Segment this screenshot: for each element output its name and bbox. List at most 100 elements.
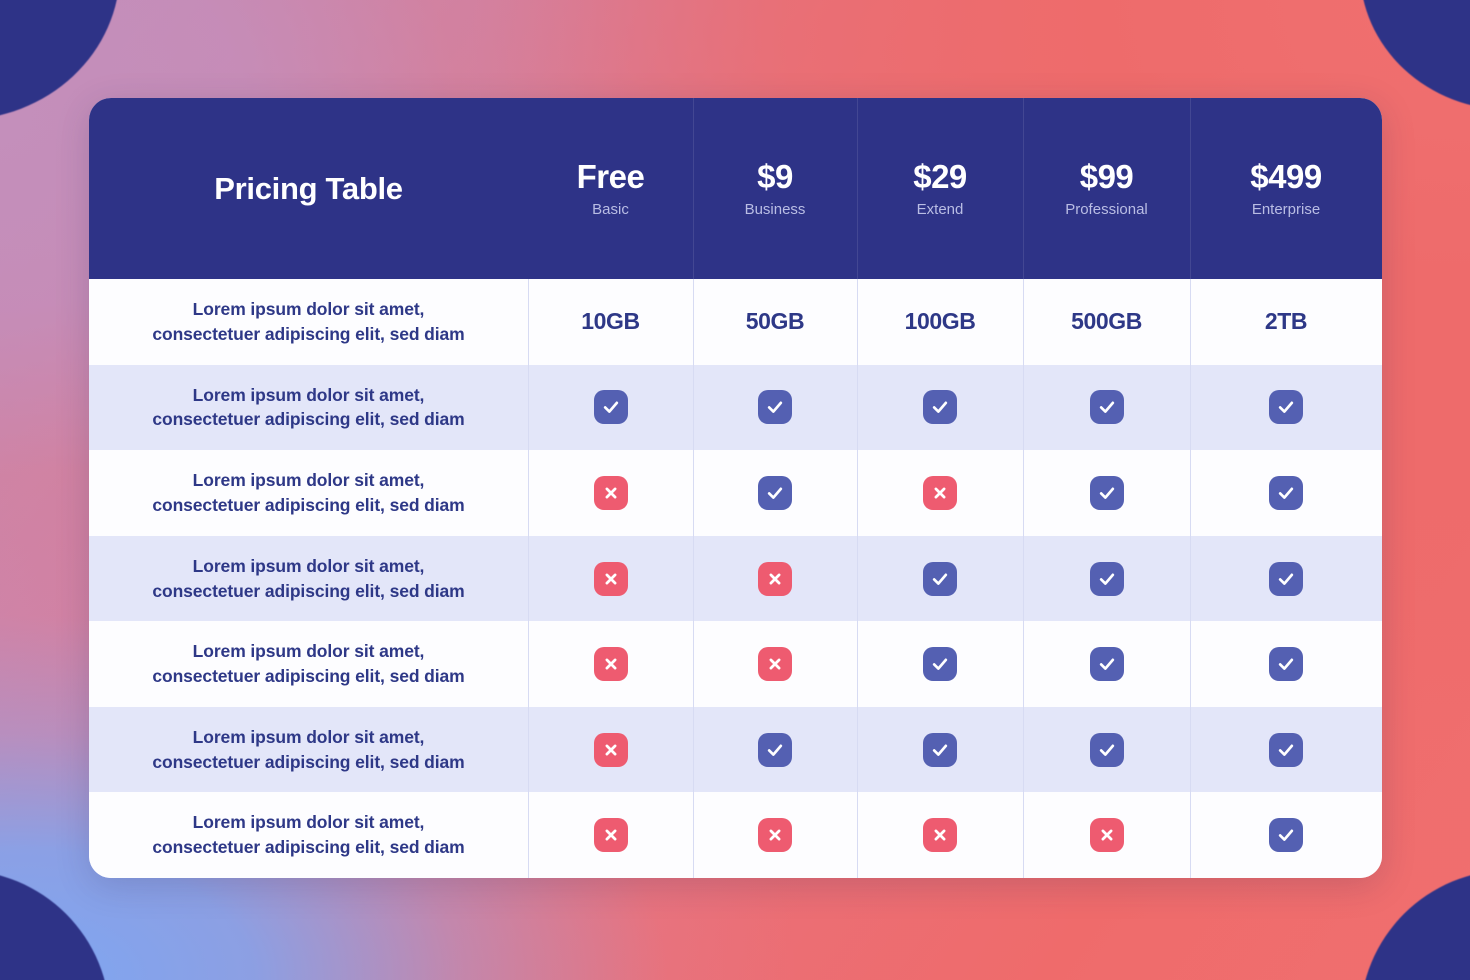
value-cell	[1190, 792, 1382, 878]
value-cell	[693, 621, 857, 707]
plan-column-enterprise[interactable]: $499 Enterprise	[1190, 98, 1382, 279]
cross-icon	[758, 818, 792, 853]
check-icon	[1269, 732, 1303, 767]
feature-label: Lorem ipsum dolor sit amet, consectetuer…	[152, 298, 465, 344]
plan-price-professional: $99	[1079, 158, 1134, 195]
value-cell	[857, 364, 1023, 451]
check-icon	[758, 732, 792, 767]
plan-column-extend[interactable]: $29 Extend	[857, 98, 1023, 279]
value-cell: 500GB	[1023, 279, 1190, 365]
pricing-table-body: Lorem ipsum dolor sit amet, consectetuer…	[89, 279, 1382, 878]
table-row: Lorem ipsum dolor sit amet, consectetuer…	[89, 450, 1382, 536]
page-title: Pricing Table	[214, 170, 403, 206]
table-row: Lorem ipsum dolor sit amet, consectetuer…	[89, 364, 1382, 451]
value-cell	[693, 792, 857, 878]
pricing-table-title-cell: Pricing Table	[89, 98, 528, 279]
cross-icon	[758, 647, 792, 682]
check-icon	[758, 475, 792, 510]
plan-column-professional[interactable]: $99 Professional	[1023, 98, 1190, 279]
value-cell	[1023, 364, 1190, 451]
value-cell	[528, 450, 693, 536]
value-cell: 2TB	[1190, 279, 1382, 365]
check-icon	[923, 390, 957, 425]
value-cell	[1190, 450, 1382, 536]
plan-column-business[interactable]: $9 Business	[693, 98, 857, 279]
storage-value: 50GB	[745, 308, 805, 335]
plan-name-professional: Professional	[1065, 201, 1148, 218]
pricing-table-card: Pricing Table Free Basic $9 Business $29…	[89, 98, 1382, 878]
feature-cell: Lorem ipsum dolor sit amet, consectetuer…	[89, 621, 528, 707]
plan-name-enterprise: Enterprise	[1251, 201, 1321, 218]
check-icon	[1089, 732, 1124, 767]
feature-cell: Lorem ipsum dolor sit amet, consectetuer…	[89, 365, 528, 451]
cross-icon	[593, 732, 628, 767]
decorative-blob-bottom-right	[1360, 870, 1470, 980]
feature-label: Lorem ipsum dolor sit amet, consectetuer…	[152, 470, 465, 515]
value-cell	[693, 535, 857, 622]
plan-price-enterprise: $499	[1250, 158, 1322, 195]
value-cell	[857, 621, 1023, 707]
check-icon	[1269, 561, 1303, 596]
check-icon	[1089, 475, 1124, 510]
value-cell: 50GB	[693, 279, 857, 365]
pricing-table-header: Pricing Table Free Basic $9 Business $29…	[89, 98, 1382, 279]
feature-cell: Lorem ipsum dolor sit amet, consectetuer…	[89, 792, 528, 878]
check-icon	[1269, 818, 1303, 853]
decorative-blob-bottom-left	[0, 870, 110, 980]
pricing-table: Pricing Table Free Basic $9 Business $29…	[89, 98, 1382, 878]
plan-price-extend: $29	[913, 158, 967, 195]
storage-value: 2TB	[1264, 308, 1308, 335]
plan-name-extend: Extend	[916, 201, 964, 218]
check-icon	[1089, 390, 1124, 425]
cross-icon	[593, 561, 628, 596]
cross-icon	[923, 475, 957, 510]
value-cell: 10GB	[528, 279, 693, 365]
value-cell	[857, 450, 1023, 536]
check-icon	[1269, 390, 1303, 425]
feature-cell: Lorem ipsum dolor sit amet, consectetuer…	[89, 279, 528, 365]
value-cell	[1190, 621, 1382, 707]
check-icon	[593, 390, 628, 425]
value-cell	[693, 450, 857, 536]
table-row: Lorem ipsum dolor sit amet, consectetuer…	[89, 279, 1382, 365]
value-cell	[857, 706, 1023, 793]
value-cell	[528, 621, 693, 707]
decorative-blob-top-right	[1360, 0, 1470, 110]
plan-name-business: Business	[744, 201, 806, 218]
plan-price-business: $9	[757, 158, 793, 195]
cross-icon	[593, 647, 628, 682]
cross-icon	[758, 561, 792, 596]
value-cell	[1190, 364, 1382, 451]
check-icon	[1089, 647, 1124, 682]
feature-label: Lorem ipsum dolor sit amet, consectetuer…	[152, 384, 465, 430]
check-icon	[1089, 561, 1124, 596]
feature-label: Lorem ipsum dolor sit amet, consectetuer…	[152, 726, 465, 772]
plan-name-basic: Basic	[592, 201, 629, 218]
table-row: Lorem ipsum dolor sit amet, consectetuer…	[89, 621, 1382, 707]
cross-icon	[923, 818, 957, 853]
plan-column-basic[interactable]: Free Basic	[528, 98, 693, 279]
feature-label: Lorem ipsum dolor sit amet, consectetuer…	[152, 555, 465, 601]
value-cell	[857, 535, 1023, 622]
value-cell	[857, 792, 1023, 878]
feature-cell: Lorem ipsum dolor sit amet, consectetuer…	[89, 536, 528, 622]
value-cell	[693, 706, 857, 793]
check-icon	[923, 647, 957, 682]
value-cell	[528, 535, 693, 622]
table-row: Lorem ipsum dolor sit amet, consectetuer…	[89, 706, 1382, 793]
check-icon	[758, 390, 792, 425]
value-cell	[1190, 535, 1382, 622]
value-cell	[528, 364, 693, 451]
value-cell	[1023, 792, 1190, 878]
feature-cell: Lorem ipsum dolor sit amet, consectetuer…	[89, 707, 528, 793]
feature-cell: Lorem ipsum dolor sit amet, consectetuer…	[89, 450, 528, 536]
check-icon	[1269, 475, 1303, 510]
value-cell	[1023, 706, 1190, 793]
value-cell	[1023, 450, 1190, 536]
value-cell: 100GB	[857, 279, 1023, 365]
value-cell	[693, 364, 857, 451]
storage-value: 500GB	[1071, 308, 1142, 335]
table-row: Lorem ipsum dolor sit amet, consectetuer…	[89, 792, 1382, 878]
value-cell	[528, 792, 693, 878]
cross-icon	[1089, 818, 1124, 853]
